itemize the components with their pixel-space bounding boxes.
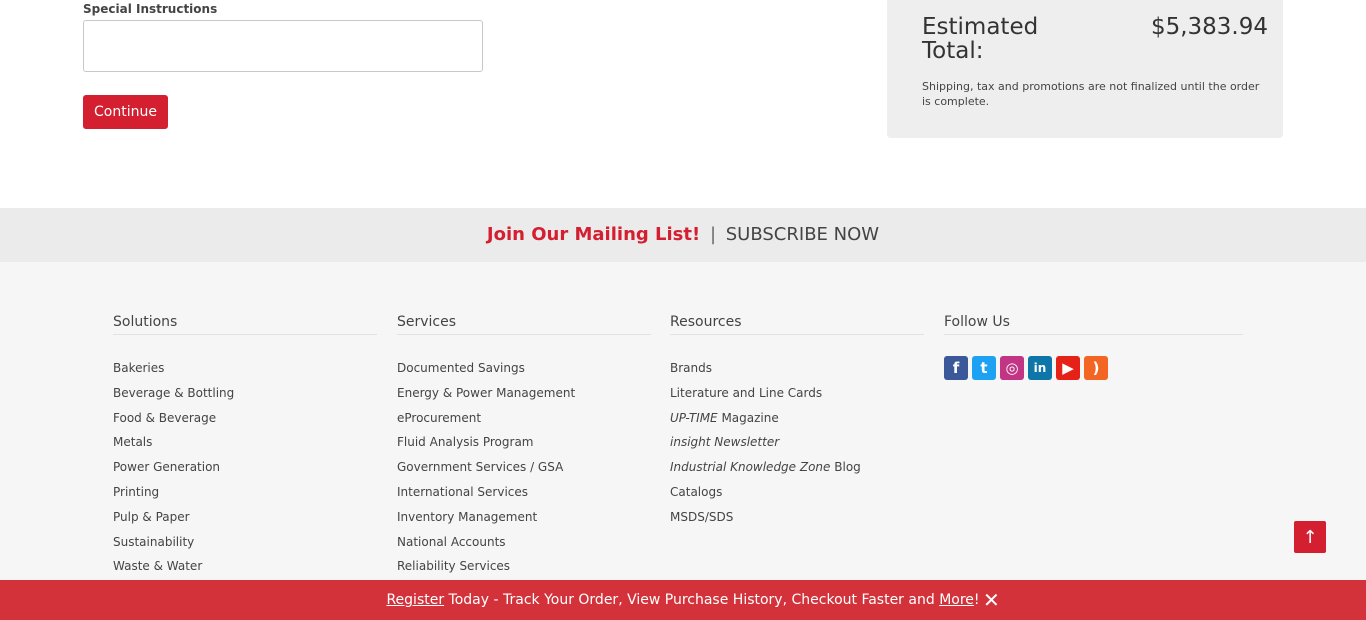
- solutions-list: Bakeries Beverage & Bottling Food & Bevera…: [113, 361, 377, 584]
- footer-link-item[interactable]: International Services: [397, 485, 651, 510]
- register-promo-end: !: [973, 592, 980, 608]
- footer-link-item[interactable]: Pulp & Paper: [113, 510, 377, 535]
- linkedin-icon[interactable]: in: [1028, 356, 1052, 380]
- footer-link-text: Literature and Line Cards: [670, 385, 823, 400]
- footer-link-item[interactable]: Bakeries: [113, 361, 377, 386]
- footer-link-text: Brands: [670, 361, 712, 375]
- services-list: Documented Savings Energy & Power Managem…: [397, 361, 651, 584]
- resources-list: Brands Literature and Line Cards UP-TIME M…: [670, 361, 924, 535]
- register-promo-text: Today - Track Your Order, View Purchase …: [444, 592, 940, 608]
- footer-link-text: Magazine: [717, 410, 779, 425]
- footer-col-solutions: Solutions Bakeries Beverage & Bottling Foo…: [113, 314, 377, 584]
- footer-link-text: Blog: [830, 460, 861, 475]
- youtube-icon[interactable]: ▶: [1056, 356, 1080, 380]
- mailing-list-bar: Join Our Mailing List! | SUBSCRIBE NOW: [0, 208, 1366, 262]
- close-icon[interactable]: ✕: [983, 580, 1000, 620]
- footer-link-item[interactable]: Inventory Management: [397, 510, 651, 535]
- footer-link-item[interactable]: MSDS/SDS: [670, 510, 924, 535]
- footer-link-text: Catalogs: [670, 484, 723, 499]
- social-icons: f t ◎ in ▶): [944, 356, 1243, 380]
- special-instructions-input[interactable]: [83, 20, 483, 72]
- footer-col-services: Services Documented Savings Energy & Powe…: [397, 314, 651, 584]
- footer-link-italic: Industrial Knowledge Zone: [670, 460, 831, 475]
- more-link[interactable]: More: [939, 592, 974, 608]
- footer-col-title: Solutions: [113, 314, 377, 335]
- footer-link-item[interactable]: Power Generation: [113, 460, 377, 485]
- footer-link-text: MSDS/SDS: [670, 509, 734, 524]
- footer-link-item[interactable]: Fluid Analysis Program: [397, 435, 651, 460]
- footer-link-item[interactable]: Brands: [670, 361, 924, 386]
- continue-button[interactable]: Continue: [83, 95, 168, 129]
- footer-link-italic: insight Newsletter: [670, 435, 780, 450]
- footer-link-item[interactable]: Printing: [113, 485, 377, 510]
- rss-icon[interactable]: ): [1084, 356, 1108, 380]
- footer-link-item[interactable]: eProcurement: [397, 411, 651, 436]
- footer-link-item[interactable]: insight Newsletter: [670, 435, 924, 460]
- back-to-top-button[interactable]: ↑: [1294, 521, 1326, 553]
- footer-link-italic: UP-TIME: [670, 410, 718, 425]
- footer-link-item[interactable]: Documented Savings: [397, 361, 651, 386]
- footer-link-item[interactable]: UP-TIME Magazine: [670, 411, 924, 436]
- footer-col-title: Resources: [670, 314, 924, 335]
- footer-col-title: Services: [397, 314, 651, 335]
- footer-link-item[interactable]: Government Services / GSA: [397, 460, 651, 485]
- special-instructions-label: Special Instructions: [83, 2, 218, 16]
- footer-link-item[interactable]: Literature and Line Cards: [670, 386, 924, 411]
- footer-link-item[interactable]: Beverage & Bottling: [113, 386, 377, 411]
- footer-link-item[interactable]: Industrial Knowledge Zone Blog: [670, 460, 924, 485]
- footer-link-item[interactable]: National Accounts: [397, 535, 651, 560]
- site-footer: Solutions Bakeries Beverage & Bottling Foo…: [0, 262, 1366, 580]
- footer-link-item[interactable]: Catalogs: [670, 485, 924, 510]
- instagram-icon[interactable]: ◎: [1000, 356, 1024, 380]
- facebook-icon[interactable]: f: [944, 356, 968, 380]
- footer-col-follow: Follow Us f t ◎ in ▶): [944, 314, 1243, 380]
- order-summary: Estimated Total: $5,383.94 Shipping, tax…: [887, 0, 1283, 138]
- join-mailing-list-link[interactable]: Join Our Mailing List!: [487, 224, 700, 245]
- twitter-icon[interactable]: t: [972, 356, 996, 380]
- footer-col-resources: Resources Brands Literature and Line Card…: [670, 314, 924, 535]
- register-link[interactable]: Register: [386, 592, 444, 608]
- footer-link-item[interactable]: Food & Beverage: [113, 411, 377, 436]
- register-promo-bar: Register Today - Track Your Order, View …: [0, 580, 1366, 620]
- footer-link-item[interactable]: Metals: [113, 435, 377, 460]
- estimated-total-note: Shipping, tax and promotions are not fin…: [922, 80, 1260, 108]
- arrow-up-icon: ↑: [1302, 526, 1318, 548]
- estimated-total-label: Estimated Total:: [922, 14, 1039, 64]
- estimated-total-value: $5,383.94: [1150, 14, 1268, 40]
- footer-link-item[interactable]: Sustainability: [113, 535, 377, 560]
- footer-col-title: Follow Us: [944, 314, 1243, 335]
- mailing-separator: |: [709, 224, 717, 245]
- footer-link-item[interactable]: Energy & Power Management: [397, 386, 651, 411]
- subscribe-now-link[interactable]: SUBSCRIBE NOW: [726, 224, 879, 245]
